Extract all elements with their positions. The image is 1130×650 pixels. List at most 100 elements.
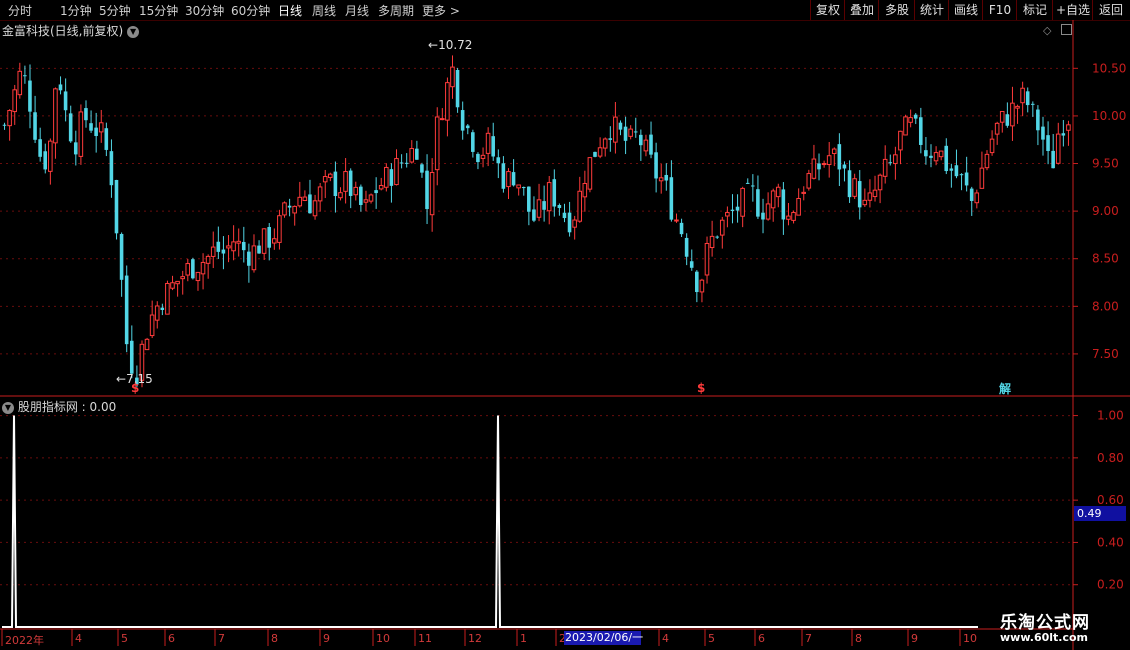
candle-body: [28, 80, 32, 112]
candle-body: [933, 152, 939, 162]
candle-body: [241, 241, 246, 251]
candle-body: [312, 200, 318, 217]
candle-body: [618, 122, 623, 130]
candle-body: [429, 172, 435, 216]
price-tick-label: 8.50: [1092, 252, 1119, 266]
candle-body: [485, 132, 491, 154]
candle-body: [348, 170, 353, 196]
candle-body: [53, 88, 58, 144]
candle-body: [63, 91, 68, 111]
candle-body: [811, 158, 817, 179]
candle-body: [806, 173, 812, 189]
x-tick-label: 9: [911, 632, 918, 645]
candle-body: [119, 233, 124, 280]
candle-body: [913, 114, 918, 119]
candle-body: [144, 338, 150, 351]
candle-body: [78, 111, 84, 157]
candle-body: [68, 113, 73, 142]
candle-body: [109, 151, 114, 186]
candle-body: [506, 171, 511, 188]
candle-body: [817, 163, 821, 170]
x-tick-label: 6: [758, 632, 765, 645]
candle-body: [368, 194, 374, 202]
candle-body: [521, 187, 526, 189]
candle-body: [251, 245, 257, 271]
candle-body: [38, 139, 42, 157]
candle-body: [501, 163, 506, 189]
candle-body: [949, 168, 954, 171]
candle-body: [847, 170, 852, 198]
candle-body: [719, 219, 725, 236]
candle-body: [867, 192, 873, 201]
candle-body: [480, 154, 486, 159]
candle-body: [491, 136, 495, 157]
indicator-line: [2, 415, 978, 628]
candle-body: [389, 169, 394, 186]
candle-body: [751, 185, 755, 187]
candle-body: [297, 196, 303, 207]
candle-body: [1030, 103, 1035, 105]
candle-body: [857, 181, 862, 208]
candle-body: [527, 186, 531, 212]
candle-body: [33, 112, 37, 140]
candle-body: [226, 245, 231, 249]
candle-body: [338, 192, 343, 199]
candle-body: [704, 242, 710, 276]
price-tick-label: 9.00: [1092, 204, 1119, 218]
candle-body: [359, 186, 363, 205]
candle-body: [562, 212, 567, 219]
candle-body: [709, 235, 715, 249]
candle-body: [639, 134, 643, 146]
candle-body: [257, 245, 261, 254]
candle-body: [761, 212, 765, 220]
x-tick-label: 8: [271, 632, 278, 645]
candle-body: [862, 199, 868, 206]
candle-body: [1010, 102, 1015, 127]
candle-body: [745, 182, 750, 184]
x-tick-label: 6: [168, 632, 175, 645]
candle-body: [954, 165, 959, 177]
candle-body: [679, 222, 684, 235]
cursor-date: 2023/02/06/一: [564, 631, 644, 645]
candle-body: [378, 184, 384, 190]
candle-body: [425, 170, 429, 210]
candle-body: [898, 130, 903, 151]
candle-body: [23, 75, 27, 77]
candle-body: [277, 215, 282, 243]
candle-body: [1051, 150, 1055, 169]
kline-chart[interactable]: 7.50 8.00 8.50 9.00 9.50 10.00 10.50 0.20 0.40 0.…: [0, 0, 1130, 650]
candle-body: [170, 282, 175, 289]
signal-marker: $: [131, 381, 140, 395]
candle-body: [363, 199, 369, 203]
x-tick-label: 7: [805, 632, 812, 645]
candle-body: [730, 209, 735, 211]
candle-body: [1036, 109, 1040, 131]
candle-body: [770, 190, 776, 209]
candle-body: [180, 276, 185, 280]
candle-body: [999, 110, 1005, 123]
candle-body: [445, 82, 450, 121]
candle-body: [781, 189, 786, 220]
candle-body: [613, 116, 618, 143]
x-tick-label: 1: [520, 632, 527, 645]
candle-body: [786, 215, 791, 220]
candle-body: [959, 174, 964, 176]
candle-body: [149, 314, 155, 337]
candle-body: [434, 116, 440, 171]
candle-body: [476, 153, 480, 163]
candle-body: [98, 122, 104, 133]
candle-body: [409, 148, 415, 163]
candle-body: [602, 138, 608, 149]
signal-marker: 解: [999, 382, 1012, 396]
candle-body: [353, 186, 359, 196]
candle-body: [221, 249, 226, 254]
candle-body: [658, 177, 664, 182]
price-tick-label: 10.00: [1092, 109, 1126, 123]
candle-body: [938, 150, 944, 158]
candle-body: [12, 89, 17, 113]
candle-body: [327, 173, 333, 179]
candle-body: [455, 70, 460, 108]
candle-body: [1046, 135, 1050, 152]
candle-body: [124, 275, 129, 345]
candle-body: [826, 155, 832, 166]
